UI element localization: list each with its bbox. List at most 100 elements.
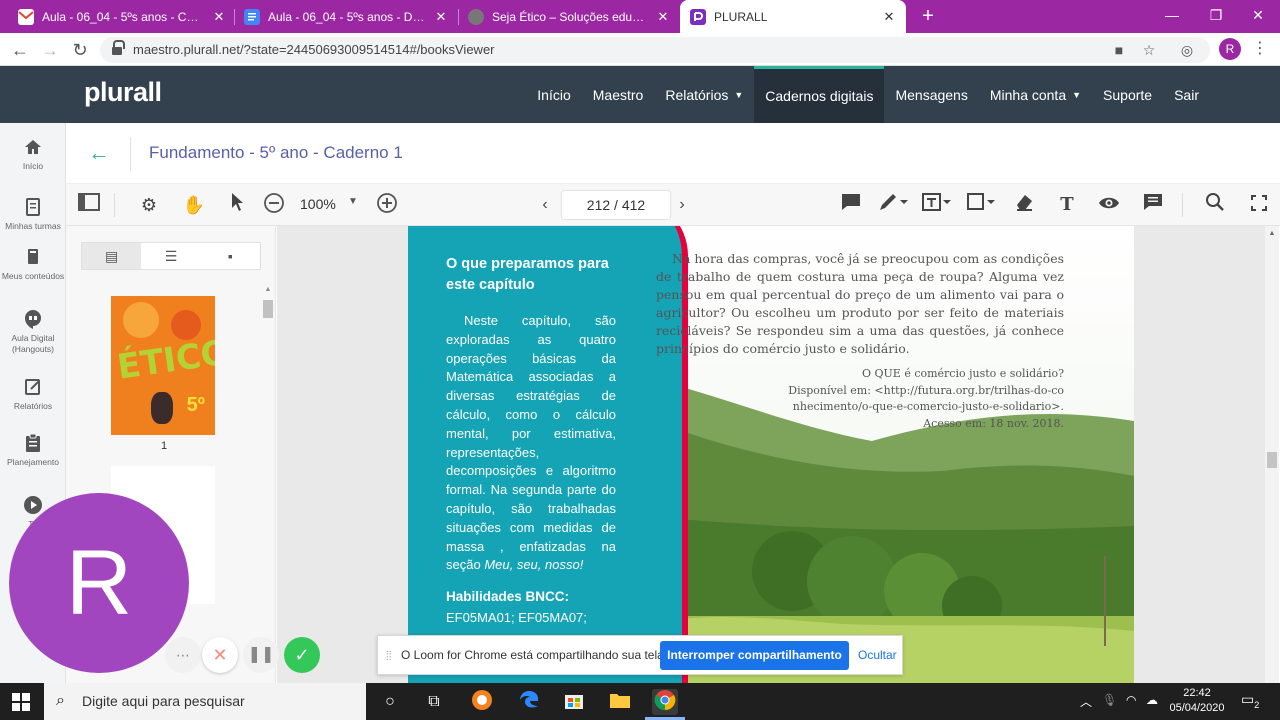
text-box-icon[interactable]	[922, 192, 952, 218]
plurall-logo[interactable]: plurall	[84, 77, 162, 108]
sidebar-item-inicio[interactable]: Início	[0, 137, 66, 172]
sidebar-item-aula-digital[interactable]: Aula Digital (Hangouts)	[0, 309, 66, 355]
document-viewer[interactable]: O que preparamos para este capítulo Nest…	[277, 226, 1267, 683]
next-page-icon[interactable]: ›	[669, 192, 695, 218]
viewer-scrollbar[interactable]: ▲	[1265, 226, 1279, 683]
loom-cancel-icon[interactable]: ✕	[202, 637, 238, 673]
nav-cadernos-digitais[interactable]: Cadernos digitais	[754, 66, 885, 123]
new-tab-button[interactable]: +	[916, 4, 940, 28]
store-icon[interactable]	[561, 689, 587, 715]
bookmark-star-icon[interactable]: ☆	[1140, 41, 1158, 59]
notes-list-icon[interactable]	[1140, 192, 1166, 218]
sidebar-item-meus-conteudos[interactable]: Meus conteúdos	[0, 247, 66, 282]
browser-tab-seja-etico[interactable]: Seja Ético – Soluções educaciona ✕	[458, 0, 680, 33]
omnibox[interactable]: maestro.plurall.net/?state=2445069300951…	[100, 37, 1210, 63]
pen-draw-icon[interactable]	[878, 192, 908, 218]
app-orange-icon[interactable]	[469, 689, 495, 715]
eraser-icon[interactable]	[1011, 192, 1037, 218]
close-tab-icon[interactable]: ✕	[434, 9, 448, 25]
chrome-icon[interactable]	[652, 689, 678, 715]
reports-icon	[23, 377, 43, 397]
browser-tab-gmail[interactable]: Aula - 06_04 - 5ºs anos - Convite ✕	[8, 0, 236, 33]
site-icon	[468, 8, 484, 25]
tray-overflow-icon[interactable]: ︿	[1080, 693, 1092, 710]
sidebar-item-planejamento[interactable]: Planejamento	[0, 433, 66, 468]
thumbnail-cover-page[interactable]: ÉTICO 5º	[111, 296, 215, 435]
zoom-out-icon[interactable]	[261, 192, 287, 218]
thumbnail-scrollbar[interactable]: ▲	[263, 286, 273, 676]
commerce-paragraph: Na hora das compras, você já se preocupo…	[656, 251, 1065, 356]
microphone-icon[interactable]: 🎙	[1102, 693, 1117, 707]
loom-finish-check-icon[interactable]: ✓	[284, 637, 320, 673]
zoom-level[interactable]: 100%	[300, 196, 336, 212]
hide-button[interactable]: Ocultar	[858, 648, 897, 662]
page-indicator[interactable]: 212 / 412	[561, 190, 671, 220]
cloud-icon[interactable]: ☁	[1146, 693, 1158, 707]
browser-tab-bar: Aula - 06_04 - 5ºs anos - Convite ✕ Aula…	[0, 0, 1280, 33]
maximize-icon[interactable]: ❐	[1194, 0, 1238, 30]
loom-camera-avatar: R	[9, 493, 189, 673]
close-window-icon[interactable]: ✕	[1236, 0, 1280, 30]
cortana-icon[interactable]: ○	[377, 689, 403, 715]
nav-inicio[interactable]: Início	[526, 66, 581, 123]
nav-maestro[interactable]: Maestro	[582, 66, 655, 123]
back-arrow-icon[interactable]: ←	[88, 141, 110, 165]
browser-tab-plurall[interactable]: PLURALL ✕	[680, 0, 906, 33]
taskbar-search[interactable]: ⌕ Digite aqui para pesquisar	[44, 683, 366, 720]
chapter-intro-heading: O que preparamos para este capítulo	[446, 256, 609, 293]
nav-sair[interactable]: Sair	[1163, 66, 1210, 123]
tab-thumbnails[interactable]: ▤	[82, 243, 142, 269]
hand-pan-icon[interactable]: ✋	[181, 192, 207, 218]
tab-outline[interactable]: ☰	[141, 243, 200, 269]
notifications-icon[interactable]: ▭2	[1241, 691, 1259, 710]
annotations-icon: ▪	[227, 248, 233, 264]
close-tab-icon[interactable]: ✕	[212, 9, 226, 25]
gmail-icon	[18, 8, 34, 25]
zoom-in-icon[interactable]	[374, 192, 400, 218]
profile-avatar[interactable]: R	[1219, 38, 1241, 60]
sidebar-item-relatorios[interactable]: Relatórios	[0, 377, 66, 412]
browser-tab-docs[interactable]: Aula - 06_04 - 5ºs anos - Docum ✕	[234, 0, 458, 33]
toggle-sidebar-icon[interactable]	[76, 192, 102, 218]
loom-more-icon[interactable]: ⋯	[165, 637, 201, 673]
nav-minha-conta[interactable]: Minha conta ▼	[979, 66, 1092, 123]
taskbar-clock[interactable]: 22:42 05/04/2020	[1168, 686, 1226, 716]
url-text[interactable]: maestro.plurall.net/?state=2445069300951…	[133, 42, 495, 57]
camera-icon[interactable]: ■	[1110, 41, 1128, 59]
extension-icon[interactable]: ◎	[1178, 41, 1196, 59]
menu-kebab-icon[interactable]: ⋮	[1250, 38, 1270, 60]
eye-visibility-icon[interactable]	[1096, 192, 1122, 218]
forward-icon[interactable]: →	[38, 38, 62, 62]
stop-sharing-button[interactable]: Interromper compartilhamento	[660, 641, 849, 670]
shape-rectangle-icon[interactable]	[966, 192, 996, 218]
nav-suporte[interactable]: Suporte	[1092, 66, 1163, 123]
file-explorer-icon[interactable]	[607, 689, 633, 715]
commerce-text-block: Na hora das compras, você já se preocupo…	[656, 250, 1064, 432]
nav-relatorios[interactable]: Relatórios ▼	[654, 66, 754, 123]
windows-start-icon[interactable]	[12, 693, 30, 711]
share-message: O Loom for Chrome está compartilhando su…	[401, 648, 668, 662]
close-tab-icon[interactable]: ✕	[656, 9, 670, 25]
pointer-select-icon[interactable]	[224, 192, 250, 218]
text-tool-icon[interactable]: T	[1054, 192, 1080, 218]
close-tab-icon[interactable]: ✕	[882, 9, 896, 25]
task-view-icon[interactable]: ⧉	[421, 689, 447, 715]
play-icon	[23, 495, 43, 515]
drag-handle-icon[interactable]: ⦙⦙	[386, 648, 392, 664]
nav-mensagens[interactable]: Mensagens	[884, 66, 978, 123]
minimize-icon[interactable]: —	[1150, 0, 1194, 30]
comment-icon[interactable]	[838, 192, 864, 218]
back-icon[interactable]: ←	[8, 38, 32, 62]
reload-icon[interactable]: ↻	[68, 38, 92, 62]
wifi-icon[interactable]: ◠	[1126, 693, 1136, 707]
zoom-dropdown-icon[interactable]: ▼	[348, 196, 358, 207]
tab-annotations[interactable]: ▪	[201, 243, 260, 269]
bncc-codes: EF05MA01; EF05MA07;	[446, 610, 587, 626]
settings-gear-icon[interactable]: ⚙	[136, 192, 162, 218]
fullscreen-icon[interactable]	[1246, 192, 1272, 218]
loom-pause-icon[interactable]: ❚❚	[243, 637, 279, 673]
sidebar-item-minhas-turmas[interactable]: Minhas turmas	[0, 197, 66, 232]
search-icon[interactable]	[1202, 192, 1228, 218]
previous-page-icon[interactable]: ‹	[532, 192, 558, 218]
edge-browser-icon[interactable]	[516, 689, 542, 715]
